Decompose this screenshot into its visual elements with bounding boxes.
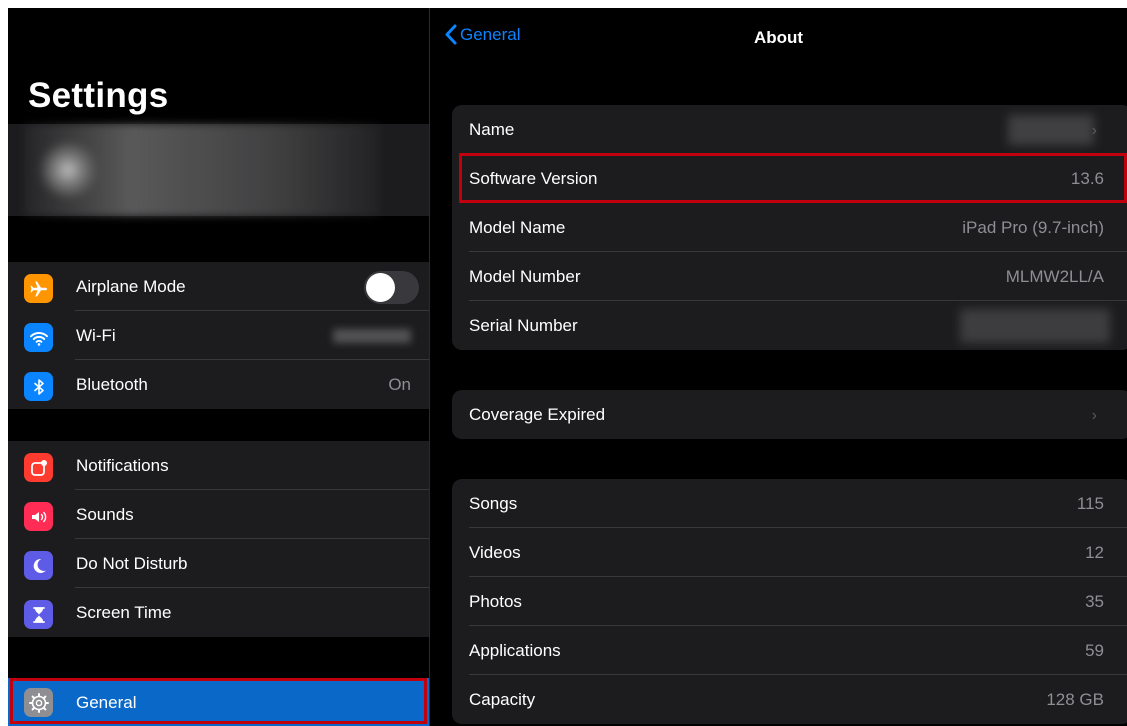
capacity-row: Capacity 128 GB	[452, 675, 1127, 724]
capacity-value: 128 GB	[1046, 690, 1104, 709]
sidebar-item-label: General	[76, 692, 137, 712]
ipad-screen: Settings Airplane Mode Wi-Fi Bluetooth O…	[8, 8, 1127, 726]
media-stats-group: Songs 115 Videos 12 Photos 35 Applicatio…	[452, 479, 1127, 724]
serial-number-blurred	[960, 309, 1110, 343]
model-number-value: MLMW2LL/A	[1005, 267, 1104, 286]
device-info-group: Name › Software Version 13.6 Model Name …	[452, 105, 1127, 350]
software-version-row[interactable]: Software Version 13.6	[452, 154, 1127, 203]
row-label: Model Number	[469, 267, 581, 286]
coverage-group: Coverage Expired ›	[452, 390, 1127, 439]
videos-row: Videos 12	[452, 528, 1127, 577]
sidebar-item-general[interactable]: General	[8, 678, 429, 726]
gear-icon	[24, 688, 53, 717]
profile-blurred-avatar	[24, 124, 380, 216]
sidebar-item-label: Bluetooth	[76, 374, 148, 394]
sidebar-item-label: Wi-Fi	[76, 325, 116, 345]
about-pane: General About Name › Software Version 13…	[430, 8, 1127, 726]
sidebar-item-label: Do Not Disturb	[76, 553, 188, 573]
sidebar-item-notifications[interactable]: Notifications	[8, 441, 429, 490]
page-title: About	[753, 28, 804, 47]
sidebar-item-label: Notifications	[76, 455, 169, 475]
row-label: Model Name	[469, 218, 566, 237]
sidebar-item-sounds[interactable]: Sounds	[8, 490, 429, 539]
sidebar-item-wifi[interactable]: Wi-Fi	[8, 311, 429, 360]
row-label: Software Version	[469, 169, 598, 188]
chevron-right-icon: ›	[1091, 122, 1097, 139]
airplane-mode-toggle[interactable]	[364, 271, 419, 304]
photos-value: 35	[1085, 592, 1104, 611]
settings-sidebar: Settings Airplane Mode Wi-Fi Bluetooth O…	[8, 8, 429, 726]
notifications-icon	[24, 453, 53, 482]
wifi-icon	[24, 323, 53, 352]
hourglass-icon	[24, 600, 53, 629]
applications-value: 59	[1085, 641, 1104, 660]
bluetooth-status: On	[388, 374, 411, 394]
row-label: Videos	[469, 543, 521, 562]
songs-row: Songs 115	[452, 479, 1127, 528]
row-label: Coverage Expired	[469, 405, 606, 424]
wifi-network-name-blurred	[333, 329, 411, 343]
sidebar-item-do-not-disturb[interactable]: Do Not Disturb	[8, 539, 429, 588]
sidebar-item-bluetooth[interactable]: Bluetooth On	[8, 360, 429, 409]
sidebar-item-screen-time[interactable]: Screen Time	[8, 588, 429, 637]
airplane-icon	[24, 274, 53, 303]
apple-id-profile[interactable]	[8, 124, 429, 216]
serial-number-row[interactable]: Serial Number	[452, 301, 1127, 350]
songs-value: 115	[1076, 494, 1104, 513]
coverage-row[interactable]: Coverage Expired ›	[452, 390, 1127, 439]
sidebar-item-airplane-mode[interactable]: Airplane Mode	[8, 262, 429, 311]
row-label: Capacity	[469, 690, 536, 709]
sidebar-item-label: Airplane Mode	[76, 276, 186, 296]
model-name-row: Model Name iPad Pro (9.7-inch)	[452, 203, 1127, 252]
bluetooth-icon	[24, 372, 53, 401]
row-label: Name	[469, 120, 515, 139]
sidebar-item-label: Screen Time	[76, 602, 172, 622]
device-name-blurred	[1008, 115, 1094, 145]
model-name-value: iPad Pro (9.7-inch)	[962, 218, 1104, 237]
photos-row: Photos 35	[452, 577, 1127, 626]
toggle-knob	[366, 273, 395, 302]
moon-icon	[24, 551, 53, 580]
row-label: Songs	[469, 494, 518, 513]
row-label: Applications	[469, 641, 561, 660]
videos-value: 12	[1085, 543, 1104, 562]
name-row[interactable]: Name ›	[452, 105, 1127, 154]
applications-row: Applications 59	[452, 626, 1127, 675]
row-label: Serial Number	[469, 316, 578, 335]
model-number-row[interactable]: Model Number MLMW2LL/A	[452, 252, 1127, 301]
software-version-value: 13.6	[1070, 169, 1104, 188]
speaker-icon	[24, 502, 53, 531]
sidebar-item-label: Sounds	[76, 504, 134, 524]
general-group: General	[8, 678, 429, 726]
row-label: Photos	[469, 592, 522, 611]
settings-title: Settings	[28, 76, 169, 115]
connectivity-group: Airplane Mode Wi-Fi Bluetooth On	[8, 262, 429, 409]
notifications-group: Notifications Sounds Do Not Disturb Scre…	[8, 441, 429, 637]
chevron-right-icon: ›	[1091, 407, 1097, 424]
